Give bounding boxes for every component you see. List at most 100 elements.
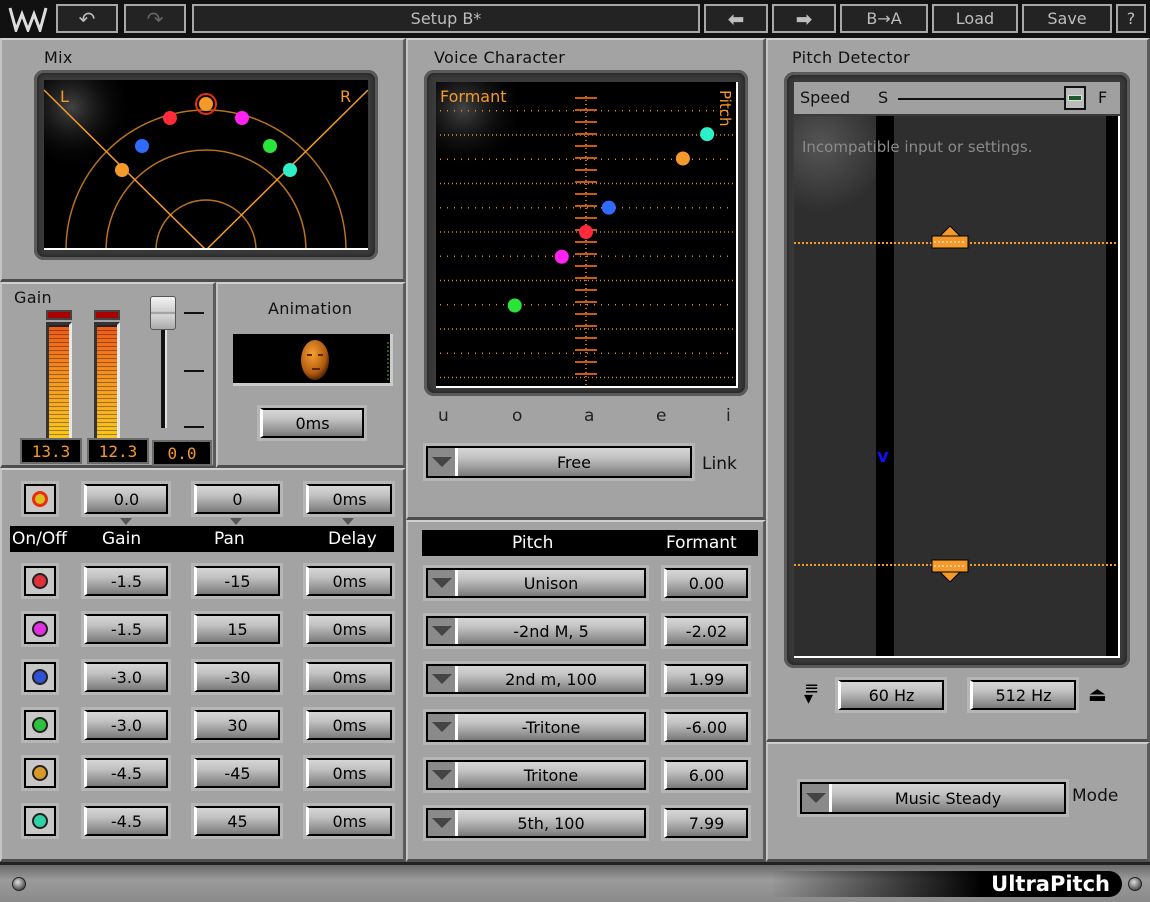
pitch-formant-panel: Pitch Formant Unison 0.00 -2nd M, 5 -2.0… [406,520,766,862]
gain-panel: Gain 13.3 12.3 0.0 [0,282,216,468]
undo-button[interactable]: ↶ [56,4,118,33]
speed-slider-track[interactable] [898,98,1084,100]
voice-pan-button[interactable]: 15 [194,614,280,644]
pitch-interval-dropdown[interactable]: Unison [426,568,646,598]
formant-value-button[interactable]: 0.00 [664,568,748,598]
pitch-interval-dropdown[interactable]: -2nd M, 5 [426,616,646,646]
voice-delay-button[interactable]: 0ms [306,614,392,644]
screen-glare [44,80,134,170]
voice-gain-button[interactable]: -1.5 [84,566,168,596]
gain-value-readout[interactable]: 0.0 [152,440,212,466]
header-pitch: Pitch [512,533,554,553]
voice-gain-button[interactable]: -3.0 [84,710,168,740]
master-pan-button[interactable]: 0 [194,484,280,514]
voice-delay-button[interactable]: 0ms [306,758,392,788]
fader-tick [184,312,204,314]
waves-logo-icon [8,7,48,32]
voice-on-off-toggle[interactable] [24,566,56,596]
voice-delay-button[interactable]: 0ms [306,566,392,596]
header-delay: Delay [328,529,377,549]
voice-character-plot[interactable]: Formant Pitch [436,82,738,388]
master-on-off-toggle[interactable] [24,484,56,514]
save-button[interactable]: Save [1022,4,1112,33]
screen-glare [794,116,884,216]
link-label: Link [702,454,737,474]
voice-on-off-toggle[interactable] [24,806,56,836]
master-gain-button[interactable]: 0.0 [84,484,168,514]
upper-limit-icon: ⏏ [1088,682,1107,706]
compare-button[interactable]: B→A [840,4,928,33]
formant-value-button[interactable]: 7.99 [664,808,748,838]
chevron-down-icon [428,810,458,836]
animation-delay-button[interactable]: 0ms [260,408,364,438]
product-brand: UltraPitch [771,871,1122,897]
low-frequency-button[interactable]: 60 Hz [838,680,944,710]
pitch-interval-dropdown[interactable]: 2nd m, 100 [426,664,646,694]
pitch-interval-dropdown[interactable]: 5th, 100 [426,808,646,838]
formant-axis-label: Formant [440,87,507,106]
help-button[interactable]: ? [1116,4,1146,33]
voice-pan-button[interactable]: -15 [194,566,280,596]
voice-on-off-toggle[interactable] [24,710,56,740]
pitch-interval-dropdown[interactable]: Tritone [426,760,646,790]
mix-plot[interactable]: L R [44,80,368,250]
voice-character-title: Voice Character [434,48,566,67]
pitch-detector-frame: Speed S F Incompatible input or settings… [784,72,1130,668]
mode-value: Music Steady [832,784,1064,812]
formant-value-button[interactable]: 6.00 [664,760,748,790]
lower-limit-icon: ≡ ▾ [804,678,820,709]
master-led-icon [32,491,48,507]
voice-on-off-toggle[interactable] [24,662,56,692]
voice-led-icon [32,717,48,733]
voice-gain-button[interactable]: -1.5 [84,614,168,644]
voice-pan-button[interactable]: -45 [194,758,280,788]
pitch-interval-value: Unison [458,570,644,596]
link-dropdown[interactable]: Free [426,446,692,478]
right-clip-indicator[interactable] [94,310,120,320]
voice-character-dot [700,127,715,142]
speed-label: Speed [800,88,851,107]
voice-character-display[interactable]: Formant Pitch [436,82,738,388]
voice-gain-button[interactable]: -4.5 [84,758,168,788]
mode-dropdown[interactable]: Music Steady [800,782,1066,814]
voice-delay-button[interactable]: 0ms [306,710,392,740]
lower-limit-handle[interactable] [930,558,970,584]
pitch-detector-panel: Pitch Detector Speed S F Incompatible in… [766,38,1150,742]
next-preset-button[interactable]: ➡ [772,4,836,33]
voice-pan-button[interactable]: 45 [194,806,280,836]
fader-tick [184,370,204,372]
voice-gain-button[interactable]: -3.0 [84,662,168,692]
preset-name-field[interactable]: Setup B* [192,4,700,33]
previous-preset-button[interactable]: ⬅ [704,4,768,33]
left-clip-indicator[interactable] [46,310,72,320]
display-border [1106,116,1118,656]
formant-value-button[interactable]: 1.99 [664,664,748,694]
gain-fader-track[interactable] [161,324,167,428]
upper-limit-handle[interactable] [930,224,970,250]
voice-gain-button[interactable]: -4.5 [84,806,168,836]
pitch-detector-display[interactable]: Incompatible input or settings. v [794,116,1120,658]
voice-on-off-toggle[interactable] [24,758,56,788]
screw-icon [1128,877,1142,891]
voice-pan-button[interactable]: -30 [194,662,280,692]
voice-on-off-toggle[interactable] [24,614,56,644]
toolbar: ↶ ↷ Setup B* ⬅ ➡ B→A Load Save ? [0,0,1150,38]
mix-display-frame: L R [34,70,378,260]
master-delay-button[interactable]: 0ms [306,484,392,514]
gain-fader-knob[interactable] [150,296,176,330]
pitch-interval-dropdown[interactable]: -Tritone [426,712,646,742]
redo-button[interactable]: ↷ [124,4,186,33]
mix-display[interactable]: L R [44,80,368,250]
right-channel-label: R [340,87,351,106]
formant-value-button[interactable]: -2.02 [664,616,748,646]
speed-slider-knob[interactable] [1064,86,1086,110]
high-frequency-button[interactable]: 512 Hz [970,680,1076,710]
voice-pan-button[interactable]: 30 [194,710,280,740]
load-button[interactable]: Load [932,4,1018,33]
voice-delay-button[interactable]: 0ms [306,662,392,692]
voice-delay-button[interactable]: 0ms [306,806,392,836]
voice-led-icon [32,813,48,829]
chevron-down-icon [428,714,458,740]
speed-bar: Speed S F [794,82,1120,114]
formant-value-button[interactable]: -6.00 [664,712,748,742]
